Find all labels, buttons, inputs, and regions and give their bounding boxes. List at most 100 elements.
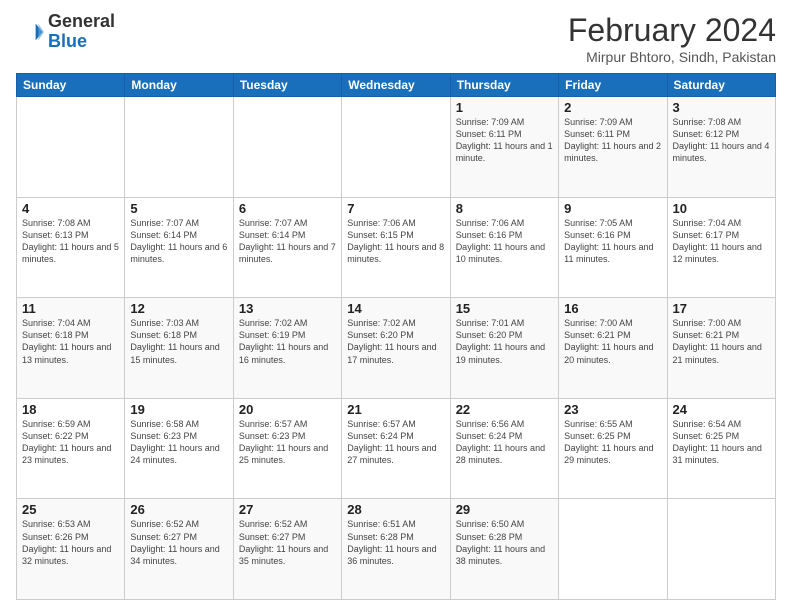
day-number: 27	[239, 502, 336, 517]
day-header-saturday: Saturday	[667, 74, 775, 97]
day-info: Sunrise: 6:51 AM Sunset: 6:28 PM Dayligh…	[347, 518, 444, 567]
day-cell: 15Sunrise: 7:01 AM Sunset: 6:20 PM Dayli…	[450, 298, 558, 399]
day-cell: 26Sunrise: 6:52 AM Sunset: 6:27 PM Dayli…	[125, 499, 233, 600]
day-cell: 29Sunrise: 6:50 AM Sunset: 6:28 PM Dayli…	[450, 499, 558, 600]
day-info: Sunrise: 7:04 AM Sunset: 6:17 PM Dayligh…	[673, 217, 770, 266]
day-number: 25	[22, 502, 119, 517]
day-info: Sunrise: 7:08 AM Sunset: 6:12 PM Dayligh…	[673, 116, 770, 165]
day-info: Sunrise: 6:58 AM Sunset: 6:23 PM Dayligh…	[130, 418, 227, 467]
day-info: Sunrise: 7:03 AM Sunset: 6:18 PM Dayligh…	[130, 317, 227, 366]
day-info: Sunrise: 7:01 AM Sunset: 6:20 PM Dayligh…	[456, 317, 553, 366]
day-number: 6	[239, 201, 336, 216]
day-info: Sunrise: 7:04 AM Sunset: 6:18 PM Dayligh…	[22, 317, 119, 366]
day-number: 11	[22, 301, 119, 316]
day-cell: 11Sunrise: 7:04 AM Sunset: 6:18 PM Dayli…	[17, 298, 125, 399]
day-cell: 4Sunrise: 7:08 AM Sunset: 6:13 PM Daylig…	[17, 197, 125, 298]
day-cell: 10Sunrise: 7:04 AM Sunset: 6:17 PM Dayli…	[667, 197, 775, 298]
day-cell	[559, 499, 667, 600]
day-number: 14	[347, 301, 444, 316]
day-info: Sunrise: 6:54 AM Sunset: 6:25 PM Dayligh…	[673, 418, 770, 467]
day-number: 22	[456, 402, 553, 417]
day-info: Sunrise: 6:57 AM Sunset: 6:24 PM Dayligh…	[347, 418, 444, 467]
day-info: Sunrise: 7:02 AM Sunset: 6:20 PM Dayligh…	[347, 317, 444, 366]
day-cell: 23Sunrise: 6:55 AM Sunset: 6:25 PM Dayli…	[559, 398, 667, 499]
header: General Blue February 2024 Mirpur Bhtoro…	[16, 12, 776, 65]
day-cell: 28Sunrise: 6:51 AM Sunset: 6:28 PM Dayli…	[342, 499, 450, 600]
calendar-table: SundayMondayTuesdayWednesdayThursdayFrid…	[16, 73, 776, 600]
day-cell	[17, 97, 125, 198]
day-number: 20	[239, 402, 336, 417]
day-info: Sunrise: 7:07 AM Sunset: 6:14 PM Dayligh…	[239, 217, 336, 266]
day-info: Sunrise: 7:00 AM Sunset: 6:21 PM Dayligh…	[564, 317, 661, 366]
logo-text: General Blue	[48, 12, 115, 52]
day-info: Sunrise: 7:06 AM Sunset: 6:15 PM Dayligh…	[347, 217, 444, 266]
day-cell: 12Sunrise: 7:03 AM Sunset: 6:18 PM Dayli…	[125, 298, 233, 399]
day-cell	[125, 97, 233, 198]
day-number: 1	[456, 100, 553, 115]
title-block: February 2024 Mirpur Bhtoro, Sindh, Paki…	[568, 12, 776, 65]
day-number: 2	[564, 100, 661, 115]
day-cell: 25Sunrise: 6:53 AM Sunset: 6:26 PM Dayli…	[17, 499, 125, 600]
day-number: 19	[130, 402, 227, 417]
day-cell	[233, 97, 341, 198]
day-header-tuesday: Tuesday	[233, 74, 341, 97]
day-number: 5	[130, 201, 227, 216]
day-cell	[667, 499, 775, 600]
day-info: Sunrise: 6:50 AM Sunset: 6:28 PM Dayligh…	[456, 518, 553, 567]
day-cell: 6Sunrise: 7:07 AM Sunset: 6:14 PM Daylig…	[233, 197, 341, 298]
day-info: Sunrise: 7:00 AM Sunset: 6:21 PM Dayligh…	[673, 317, 770, 366]
day-cell: 27Sunrise: 6:52 AM Sunset: 6:27 PM Dayli…	[233, 499, 341, 600]
day-cell	[342, 97, 450, 198]
day-number: 3	[673, 100, 770, 115]
week-row-1: 4Sunrise: 7:08 AM Sunset: 6:13 PM Daylig…	[17, 197, 776, 298]
day-info: Sunrise: 7:06 AM Sunset: 6:16 PM Dayligh…	[456, 217, 553, 266]
day-number: 15	[456, 301, 553, 316]
day-number: 4	[22, 201, 119, 216]
day-cell: 7Sunrise: 7:06 AM Sunset: 6:15 PM Daylig…	[342, 197, 450, 298]
day-header-wednesday: Wednesday	[342, 74, 450, 97]
day-info: Sunrise: 7:05 AM Sunset: 6:16 PM Dayligh…	[564, 217, 661, 266]
day-cell: 17Sunrise: 7:00 AM Sunset: 6:21 PM Dayli…	[667, 298, 775, 399]
day-cell: 8Sunrise: 7:06 AM Sunset: 6:16 PM Daylig…	[450, 197, 558, 298]
day-cell: 1Sunrise: 7:09 AM Sunset: 6:11 PM Daylig…	[450, 97, 558, 198]
day-cell: 18Sunrise: 6:59 AM Sunset: 6:22 PM Dayli…	[17, 398, 125, 499]
day-number: 12	[130, 301, 227, 316]
logo-icon	[16, 18, 44, 46]
calendar-title: February 2024	[568, 12, 776, 49]
day-header-sunday: Sunday	[17, 74, 125, 97]
day-number: 18	[22, 402, 119, 417]
day-cell: 22Sunrise: 6:56 AM Sunset: 6:24 PM Dayli…	[450, 398, 558, 499]
logo: General Blue	[16, 12, 115, 52]
day-info: Sunrise: 7:09 AM Sunset: 6:11 PM Dayligh…	[564, 116, 661, 165]
day-number: 29	[456, 502, 553, 517]
header-row: SundayMondayTuesdayWednesdayThursdayFrid…	[17, 74, 776, 97]
day-info: Sunrise: 6:52 AM Sunset: 6:27 PM Dayligh…	[130, 518, 227, 567]
week-row-3: 18Sunrise: 6:59 AM Sunset: 6:22 PM Dayli…	[17, 398, 776, 499]
week-row-0: 1Sunrise: 7:09 AM Sunset: 6:11 PM Daylig…	[17, 97, 776, 198]
day-number: 24	[673, 402, 770, 417]
day-cell: 9Sunrise: 7:05 AM Sunset: 6:16 PM Daylig…	[559, 197, 667, 298]
day-info: Sunrise: 7:02 AM Sunset: 6:19 PM Dayligh…	[239, 317, 336, 366]
logo-blue: Blue	[48, 31, 87, 51]
day-header-thursday: Thursday	[450, 74, 558, 97]
day-cell: 21Sunrise: 6:57 AM Sunset: 6:24 PM Dayli…	[342, 398, 450, 499]
day-info: Sunrise: 7:07 AM Sunset: 6:14 PM Dayligh…	[130, 217, 227, 266]
calendar-subtitle: Mirpur Bhtoro, Sindh, Pakistan	[568, 49, 776, 65]
day-cell: 20Sunrise: 6:57 AM Sunset: 6:23 PM Dayli…	[233, 398, 341, 499]
day-cell: 16Sunrise: 7:00 AM Sunset: 6:21 PM Dayli…	[559, 298, 667, 399]
day-info: Sunrise: 7:09 AM Sunset: 6:11 PM Dayligh…	[456, 116, 553, 165]
day-cell: 13Sunrise: 7:02 AM Sunset: 6:19 PM Dayli…	[233, 298, 341, 399]
day-info: Sunrise: 6:53 AM Sunset: 6:26 PM Dayligh…	[22, 518, 119, 567]
day-number: 21	[347, 402, 444, 417]
day-number: 7	[347, 201, 444, 216]
day-cell: 24Sunrise: 6:54 AM Sunset: 6:25 PM Dayli…	[667, 398, 775, 499]
day-header-monday: Monday	[125, 74, 233, 97]
day-number: 17	[673, 301, 770, 316]
day-number: 26	[130, 502, 227, 517]
day-cell: 3Sunrise: 7:08 AM Sunset: 6:12 PM Daylig…	[667, 97, 775, 198]
week-row-4: 25Sunrise: 6:53 AM Sunset: 6:26 PM Dayli…	[17, 499, 776, 600]
day-number: 13	[239, 301, 336, 316]
day-number: 8	[456, 201, 553, 216]
day-cell: 5Sunrise: 7:07 AM Sunset: 6:14 PM Daylig…	[125, 197, 233, 298]
day-header-friday: Friday	[559, 74, 667, 97]
